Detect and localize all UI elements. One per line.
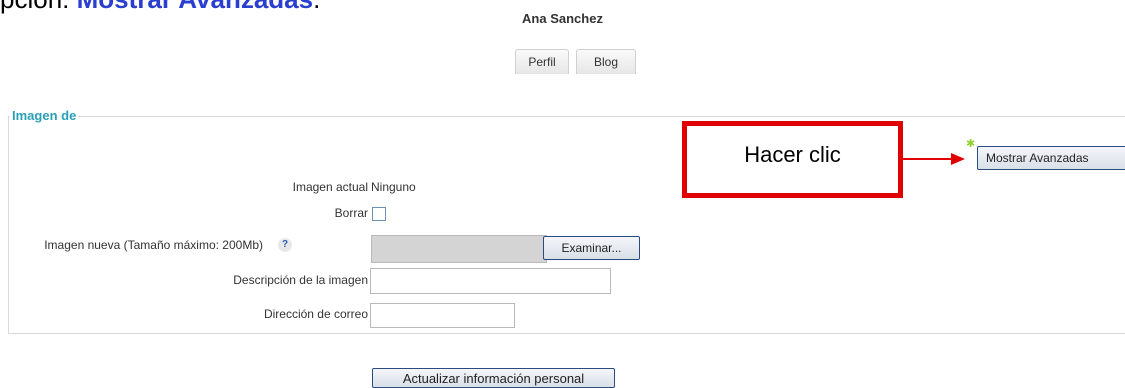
image-description-input[interactable] [370, 268, 611, 294]
current-image-value: Ninguno [371, 180, 416, 194]
email-label: Dirección de correo [263, 307, 368, 321]
help-icon[interactable]: ? [278, 238, 292, 252]
image-description-label: Descripción de la imagen [233, 273, 368, 287]
profile-user-name: Ana Sanchez [522, 11, 603, 26]
arrow-icon [903, 153, 965, 165]
file-path-field[interactable] [371, 235, 547, 263]
annotation-text: Hacer clic [744, 142, 841, 167]
show-advanced-button[interactable]: Mostrar Avanzadas [977, 146, 1125, 170]
email-input[interactable] [370, 303, 515, 328]
fieldset-legend: Imagen de [10, 108, 79, 123]
update-profile-button[interactable]: Actualizar información personal [372, 368, 615, 388]
new-image-label: Imagen nueva (Tamaño máximo: 200Mb) [44, 238, 263, 252]
delete-checkbox[interactable] [372, 207, 386, 221]
current-image-label: Imagen actual [292, 180, 368, 194]
tab-perfil[interactable]: Perfil [515, 49, 569, 74]
browse-button[interactable]: Examinar... [543, 236, 640, 260]
star-icon: ✱ [966, 138, 976, 150]
delete-label: Borrar [334, 206, 368, 220]
tab-blog[interactable]: Blog [576, 49, 636, 74]
